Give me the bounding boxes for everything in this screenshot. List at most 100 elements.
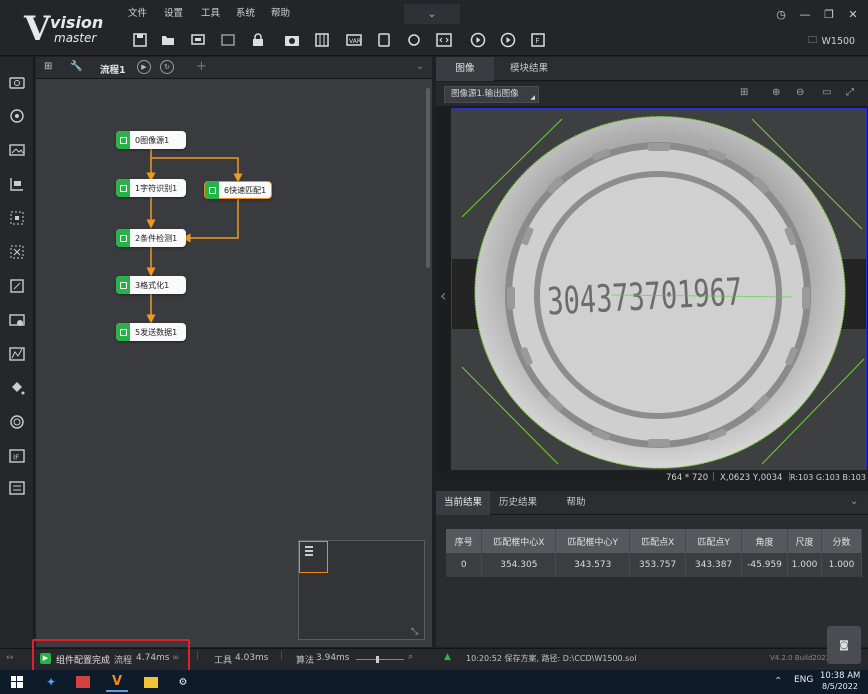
histogram-icon [9, 347, 25, 361]
zoom-slider-handle[interactable] [376, 656, 379, 663]
menu-help[interactable]: 帮助 [271, 6, 290, 22]
sidebar-if[interactable]: IF [6, 445, 28, 467]
column-header[interactable]: 分数 [821, 529, 862, 553]
search-icon[interactable]: ⌕ [408, 652, 413, 662]
camera-button[interactable] [282, 30, 302, 50]
run-loop-button[interactable] [498, 30, 518, 50]
flow-node-condition-check[interactable]: 2条件检测1 [116, 229, 186, 247]
menu-system[interactable]: 系统 [236, 6, 255, 22]
refresh-button[interactable] [404, 30, 424, 50]
tab-help[interactable]: 帮助 [550, 491, 602, 515]
panel-collapse-icon[interactable]: ⌄ [416, 61, 424, 72]
minimize-button[interactable]: — [796, 6, 814, 22]
image-source-select[interactable]: 图像源1.输出图像 ◢ [444, 86, 539, 103]
flow-scrollbar[interactable] [426, 88, 430, 268]
sidebar-measure[interactable] [6, 173, 28, 195]
zoom-in-icon[interactable]: ⊕ [772, 87, 780, 98]
sidebar-target[interactable] [6, 105, 28, 127]
sidebar-locate[interactable] [6, 241, 28, 263]
tab-image[interactable]: 图像 [436, 57, 494, 81]
collapse-toolbar-button[interactable]: ⌄ [404, 4, 460, 24]
column-header[interactable]: 序号 [446, 529, 483, 553]
column-header[interactable]: 尺度 [787, 529, 822, 553]
taskbar-app-1[interactable]: ✦ [40, 672, 62, 692]
add-flow-icon[interactable]: + [196, 59, 207, 74]
sidebar-fill[interactable] [6, 377, 28, 399]
input-language[interactable]: ENG [794, 675, 813, 685]
inspection-image[interactable]: 304373701967 [451, 108, 867, 470]
wrench-icon[interactable]: 🔧 [70, 61, 82, 72]
column-header[interactable]: 匹配点Y [685, 529, 743, 553]
column-header[interactable]: 匹配点X [629, 529, 687, 553]
close-button[interactable]: ✕ [844, 6, 862, 22]
zoom-out-icon[interactable]: ⊖ [796, 87, 804, 98]
flow-loop-icon[interactable]: ↻ [160, 60, 174, 74]
var-button[interactable]: VAR [344, 30, 364, 50]
flow-minimap[interactable]: ⤡ [298, 540, 425, 640]
restore-button[interactable]: ❐ [820, 6, 838, 22]
menu-tools[interactable]: 工具 [201, 6, 220, 22]
sidebar-camera[interactable] [6, 71, 28, 93]
save-button[interactable] [130, 30, 150, 50]
column-header[interactable]: 匹配框中心X [481, 529, 557, 553]
sidebar-image-tool[interactable] [6, 309, 28, 331]
calibrate-icon [315, 33, 329, 47]
floating-assistant-button[interactable]: ◙ [827, 626, 861, 664]
save-as-icon [191, 34, 205, 45]
menu-settings[interactable]: 设置 [164, 6, 183, 22]
sidebar-calc[interactable] [6, 275, 28, 297]
sidebar-histogram[interactable] [6, 343, 28, 365]
table-cell: 1.000 [821, 553, 862, 577]
fit-icon[interactable]: ⊞ [740, 87, 748, 98]
fill-icon [12, 382, 25, 395]
device-button[interactable] [374, 30, 394, 50]
open-button[interactable] [158, 30, 178, 50]
sidebar-crop[interactable] [6, 207, 28, 229]
taskbar-app-2[interactable] [72, 672, 94, 692]
flow-node-image-source[interactable]: 0图像源1 [116, 131, 186, 149]
tab-history-result[interactable]: 历史结果 [492, 491, 544, 515]
flow-tree-icon[interactable]: ⊞ [44, 61, 52, 72]
expand-icon[interactable]: ↔ [6, 653, 14, 663]
actual-size-icon[interactable]: ▭ [822, 87, 831, 98]
tray-chevron-icon[interactable]: ⌃ [774, 676, 782, 687]
flow-node-format[interactable]: 3格式化1 [116, 276, 186, 294]
zoom-slider[interactable] [356, 659, 404, 660]
sidebar-image-edit[interactable] [6, 139, 28, 161]
prev-image-icon[interactable]: ‹ [440, 286, 446, 305]
taskbar-settings[interactable]: ⚙ [172, 672, 194, 692]
run-once-icon [470, 32, 486, 48]
start-button[interactable] [6, 672, 28, 692]
taskbar-date[interactable]: 8/5/2022 [822, 682, 858, 691]
flow-node-char-recognition[interactable]: 1字符识别1 [116, 179, 186, 197]
flow-node-send-data[interactable]: 5发送数据1 [116, 323, 186, 341]
column-header[interactable]: 匹配框中心Y [555, 529, 631, 553]
minimap-viewport[interactable] [299, 541, 328, 573]
export-button[interactable] [218, 30, 238, 50]
taskbar-visionmaster[interactable]: V [106, 672, 128, 692]
tab-flow1[interactable]: 流程1 [100, 62, 126, 76]
chevron-down-icon: ⌄ [427, 8, 437, 20]
table-row[interactable]: 0 354.305 343.573 353.757 343.387 -45.959 1.00… [446, 553, 862, 577]
flow-run-icon[interactable]: ▶ [137, 60, 151, 74]
tab-module-result[interactable]: 模块结果 [496, 57, 562, 81]
solution-name[interactable]: 🗀 W1500 [808, 33, 855, 49]
sidebar-ocr[interactable] [6, 411, 28, 433]
fullscreen-icon[interactable]: ⤢ [846, 87, 854, 98]
tab-current-result[interactable]: 当前结果 [436, 491, 490, 515]
chevron-down-icon[interactable]: ⌄ [850, 496, 858, 507]
minimap-resize-icon[interactable]: ⤡ [411, 627, 418, 637]
sidebar-settings[interactable] [6, 477, 28, 499]
taskbar-time[interactable]: 10:38 AM [820, 671, 860, 681]
save-as-button[interactable] [188, 30, 208, 50]
menu-file[interactable]: 文件 [128, 6, 147, 22]
calibrate-button[interactable] [312, 30, 332, 50]
lock-button[interactable] [248, 30, 268, 50]
code-button[interactable] [434, 30, 454, 50]
taskbar-explorer[interactable] [140, 672, 162, 692]
clock-button[interactable]: ◷ [772, 6, 790, 22]
column-header[interactable]: 角度 [741, 529, 789, 553]
flow-node-fast-match[interactable]: 6快速匹配1 [204, 181, 272, 199]
run-once-button[interactable] [468, 30, 488, 50]
frame-button[interactable]: F [528, 30, 548, 50]
